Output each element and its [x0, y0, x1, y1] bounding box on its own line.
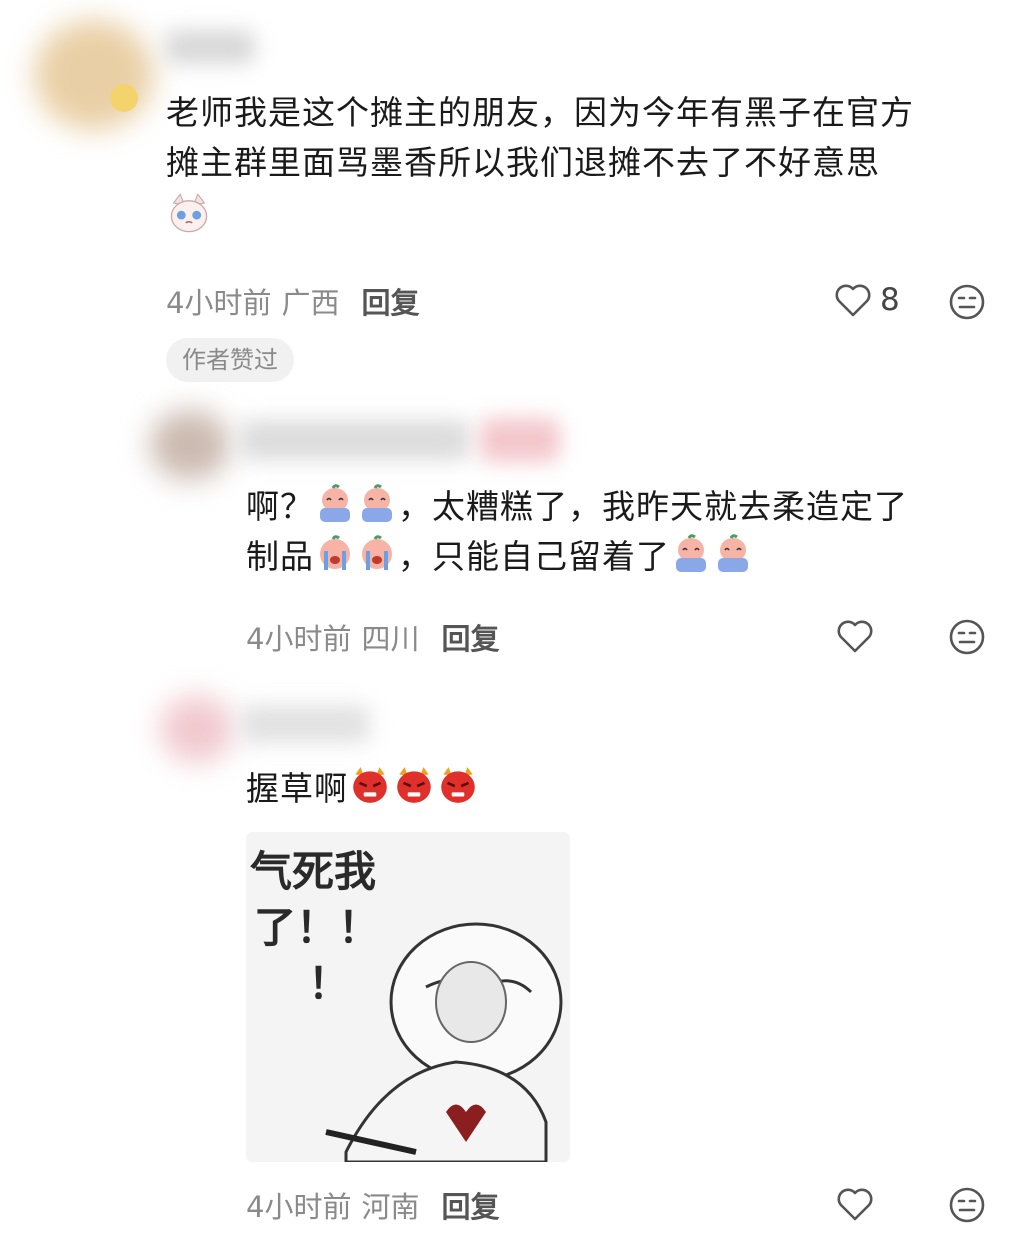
- reply-button[interactable]: 回复: [441, 1184, 499, 1226]
- author-liked-badge: 作者赞过: [166, 338, 294, 382]
- crying-peach-emoji: [320, 484, 350, 522]
- crying-cat-emoji: [170, 193, 208, 233]
- avatar[interactable]: [160, 695, 234, 763]
- heart-outline-icon: [835, 284, 871, 317]
- like-button[interactable]: [836, 1186, 874, 1222]
- timestamp: 4小时前: [246, 1190, 352, 1224]
- crying-peach-emoji: [676, 534, 706, 572]
- meme-image[interactable]: 气死我 了！！ ！: [246, 832, 570, 1162]
- meme-character-drawing: [325, 922, 563, 1162]
- comment-meta: 4小时前 四川 回复: [246, 616, 499, 658]
- angry-devil-emoji: [397, 767, 431, 803]
- crying-peach-emoji: [718, 534, 748, 572]
- location: 广西: [281, 286, 340, 320]
- angry-devil-emoji: [441, 767, 475, 803]
- comment-meta: 4小时前 广西 回复: [166, 280, 419, 322]
- reply-button[interactable]: 回复: [361, 280, 419, 322]
- react-button[interactable]: [948, 283, 986, 321]
- comment-text: 啊？ ，太糟糕了，我昨天就去柔造定了 制品 ，只能自己留着了: [246, 482, 1016, 582]
- heart-outline-icon: [837, 1188, 873, 1221]
- like-button[interactable]: 8: [834, 282, 900, 318]
- sobbing-peach-emoji: [320, 535, 350, 570]
- avatar-badge-icon: [110, 84, 138, 112]
- username[interactable]: [240, 705, 370, 743]
- meme-caption: 气死我: [250, 847, 377, 896]
- heart-outline-icon: [837, 620, 873, 653]
- username[interactable]: [165, 30, 255, 64]
- timestamp: 4小时前: [166, 286, 272, 320]
- sobbing-peach-emoji: [362, 535, 392, 570]
- meh-face-icon: [949, 619, 985, 655]
- comment-meta: 4小时前 河南 回复: [246, 1184, 499, 1226]
- angry-devil-emoji: [353, 767, 387, 803]
- avatar[interactable]: [34, 20, 154, 130]
- meh-face-icon: [949, 1187, 985, 1223]
- timestamp: 4小时前: [246, 622, 352, 656]
- like-button[interactable]: [836, 618, 874, 654]
- location: 四川: [361, 622, 420, 656]
- comment-text: 老师我是这个摊主的朋友，因为今年有黑子在官方 摊主群里面骂墨香所以我们退摊不去了…: [166, 88, 1016, 244]
- react-button[interactable]: [948, 618, 986, 656]
- crying-peach-emoji: [362, 484, 392, 522]
- location: 河南: [361, 1190, 420, 1224]
- reply-button[interactable]: 回复: [441, 616, 499, 658]
- username-badge: [480, 418, 560, 462]
- avatar[interactable]: [150, 410, 230, 480]
- username[interactable]: [240, 420, 470, 460]
- meh-face-icon: [949, 284, 985, 320]
- like-count: 8: [880, 282, 900, 318]
- comment-text: 握草啊: [246, 764, 480, 814]
- react-button[interactable]: [948, 1186, 986, 1224]
